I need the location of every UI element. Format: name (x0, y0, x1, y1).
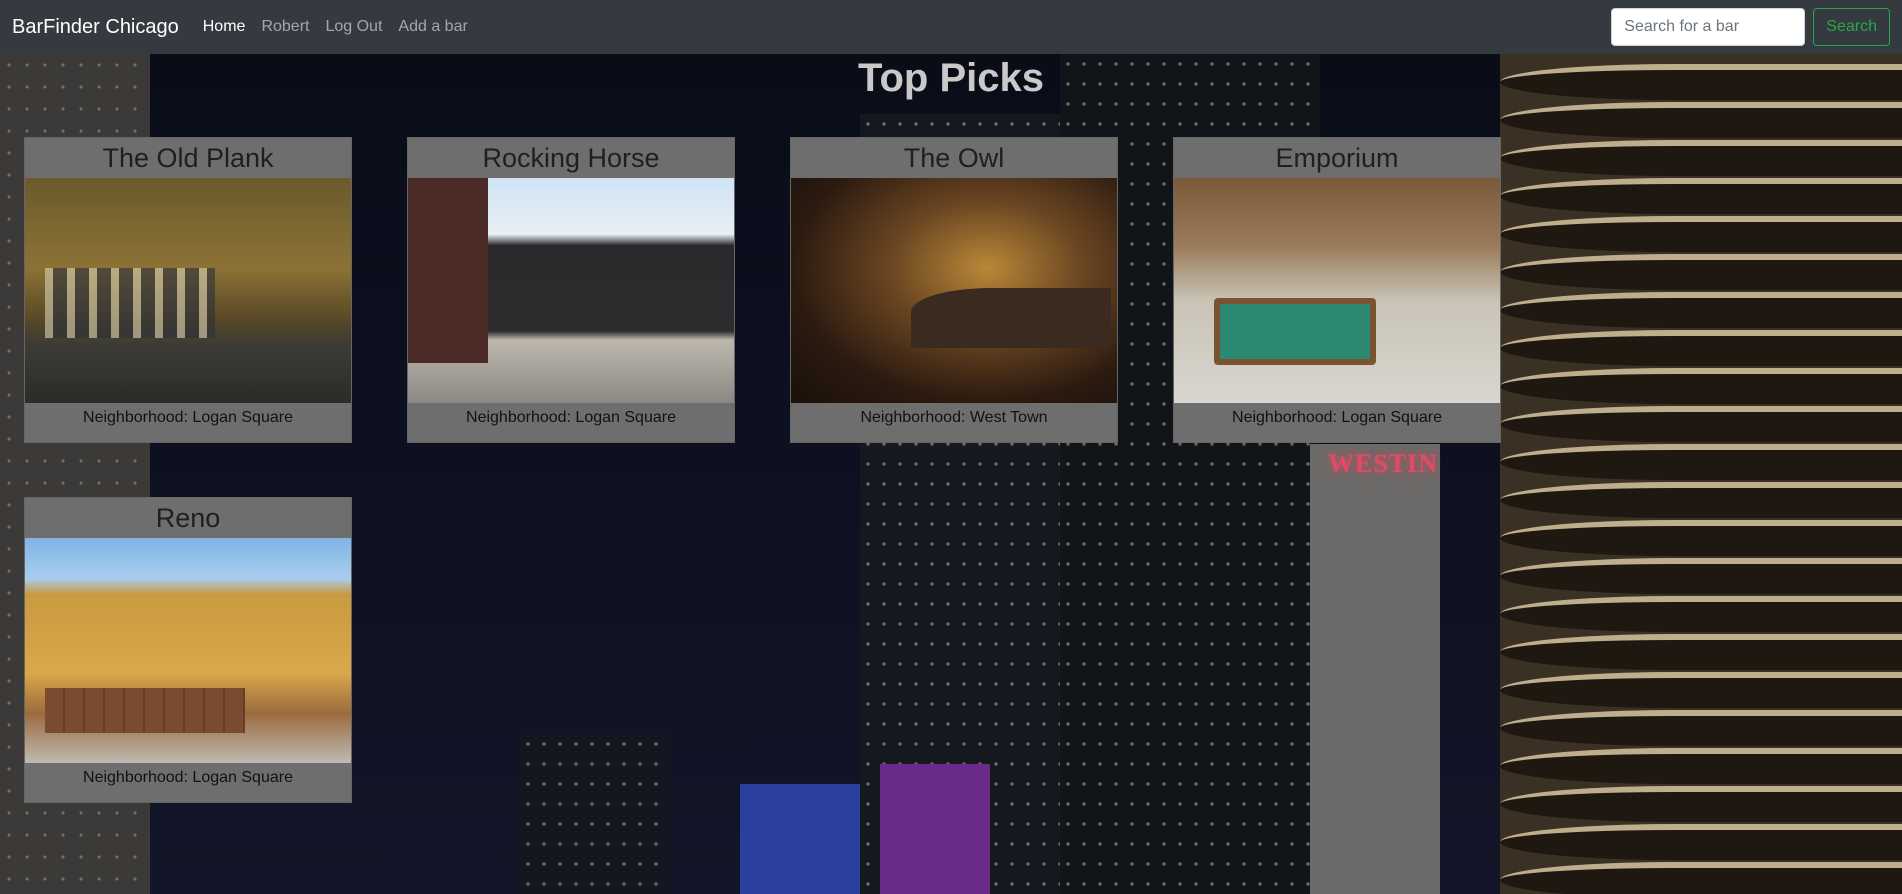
bar-card-the-owl[interactable]: The Owl Neighborhood: West Town (790, 137, 1118, 443)
marina-tower (1500, 54, 1902, 894)
bar-card-emporium[interactable]: Emporium Neighborhood: Logan Square (1173, 137, 1501, 443)
nav-link-logout[interactable]: Log Out (325, 18, 382, 36)
bar-photo[interactable] (1174, 178, 1500, 403)
bar-card-rocking-horse[interactable]: Rocking Horse Neighborhood: Logan Square (407, 137, 735, 443)
bar-photo[interactable] (791, 178, 1117, 403)
westin-sign: WESTIN (1328, 449, 1439, 478)
search-button[interactable]: Search (1813, 8, 1890, 46)
bar-card-title[interactable]: Rocking Horse (408, 138, 734, 178)
bar-neighborhood: Neighborhood: Logan Square (83, 409, 293, 426)
nav-link-profile[interactable]: Robert (261, 18, 309, 36)
bar-card-title[interactable]: Reno (25, 498, 351, 538)
search-input[interactable] (1611, 8, 1806, 46)
bar-card-old-plank[interactable]: The Old Plank Neighborhood: Logan Square (24, 137, 352, 443)
bar-photo[interactable] (25, 178, 351, 403)
bar-card-reno[interactable]: Reno Neighborhood: Logan Square (24, 497, 352, 803)
bar-card-title[interactable]: Emporium (1174, 138, 1500, 178)
bar-neighborhood: Neighborhood: West Town (860, 409, 1048, 426)
background-building (1310, 444, 1440, 894)
bar-card-title[interactable]: The Old Plank (25, 138, 351, 178)
bar-photo[interactable] (25, 538, 351, 763)
navbar: BarFinder Chicago Home Robert Log Out Ad… (0, 0, 1902, 54)
bar-card-title[interactable]: The Owl (791, 138, 1117, 178)
background-building (520, 734, 670, 894)
page-title: Top Picks (858, 56, 1044, 100)
bar-photo[interactable] (408, 178, 734, 403)
bar-neighborhood: Neighborhood: Logan Square (83, 769, 293, 786)
bar-neighborhood: Neighborhood: Logan Square (1232, 409, 1442, 426)
background-building (740, 784, 860, 894)
search-form: Search (1611, 8, 1890, 46)
bar-neighborhood: Neighborhood: Logan Square (466, 409, 676, 426)
brand-link[interactable]: BarFinder Chicago (12, 16, 179, 39)
nav-link-add-bar[interactable]: Add a bar (398, 18, 467, 36)
background-building (880, 764, 990, 894)
nav-link-home[interactable]: Home (203, 18, 246, 36)
